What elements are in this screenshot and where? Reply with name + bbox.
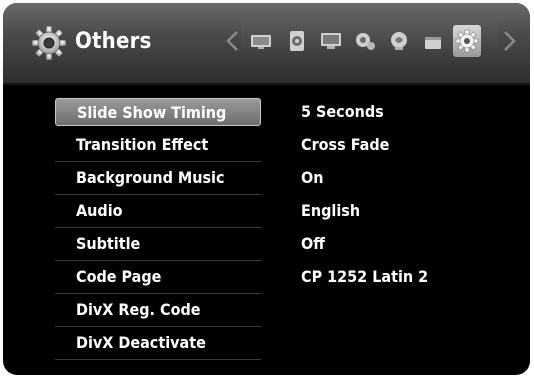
row-divider — [55, 161, 261, 162]
setting-label[interactable]: Slide Show Timing — [55, 98, 261, 126]
setting-row-slide-show-timing[interactable]: Slide Show Timing 5 Seconds — [55, 98, 455, 128]
setting-label[interactable]: Background Music — [55, 164, 261, 192]
setting-value: Off — [301, 234, 325, 253]
setting-label[interactable]: DivX Deactivate — [55, 329, 261, 357]
setting-label[interactable]: Code Page — [55, 263, 261, 291]
page-title: Others — [75, 29, 152, 54]
setting-label[interactable]: Subtitle — [55, 230, 261, 258]
speaker-icon[interactable] — [283, 27, 311, 55]
row-divider — [55, 227, 261, 228]
setting-row-background-music[interactable]: Background Music On — [55, 164, 455, 195]
setting-value: Cross Fade — [301, 135, 390, 154]
setting-value: English — [301, 201, 361, 220]
setting-row-audio[interactable]: Audio English — [55, 197, 455, 228]
arrow-right-icon[interactable] — [503, 30, 517, 52]
arrow-left-icon[interactable] — [225, 30, 239, 52]
setting-label[interactable]: DivX Reg. Code — [55, 296, 261, 324]
settings-screen: Others Slide Show Timing 5 Seconds Trans… — [3, 3, 530, 375]
row-divider — [55, 194, 261, 195]
audio-icon[interactable] — [385, 27, 413, 55]
lock-icon[interactable] — [419, 27, 447, 55]
language-icon[interactable] — [317, 27, 345, 55]
row-divider — [55, 293, 261, 294]
setting-row-divx-deactivate[interactable]: DivX Deactivate — [55, 329, 455, 360]
gear-icon — [31, 25, 67, 61]
setting-row-code-page[interactable]: Code Page CP 1252 Latin 2 — [55, 263, 455, 294]
row-divider — [55, 359, 261, 360]
setting-label[interactable]: Audio — [55, 197, 261, 225]
setting-label[interactable]: Transition Effect — [55, 131, 261, 159]
setting-row-divx-reg-code[interactable]: DivX Reg. Code — [55, 296, 455, 327]
setting-row-transition-effect[interactable]: Transition Effect Cross Fade — [55, 131, 455, 162]
setting-value: On — [301, 168, 324, 187]
header-bar: Others — [3, 3, 530, 85]
network-icon[interactable] — [351, 27, 379, 55]
tabs-container — [241, 20, 499, 62]
setting-row-subtitle[interactable]: Subtitle Off — [55, 230, 455, 261]
gear-icon[interactable] — [453, 25, 481, 57]
display-icon[interactable] — [247, 27, 275, 55]
row-divider — [55, 260, 261, 261]
category-tab-strip — [225, 20, 517, 62]
setting-value: 5 Seconds — [301, 102, 384, 121]
setting-value: CP 1252 Latin 2 — [301, 267, 429, 286]
row-divider — [55, 326, 261, 327]
